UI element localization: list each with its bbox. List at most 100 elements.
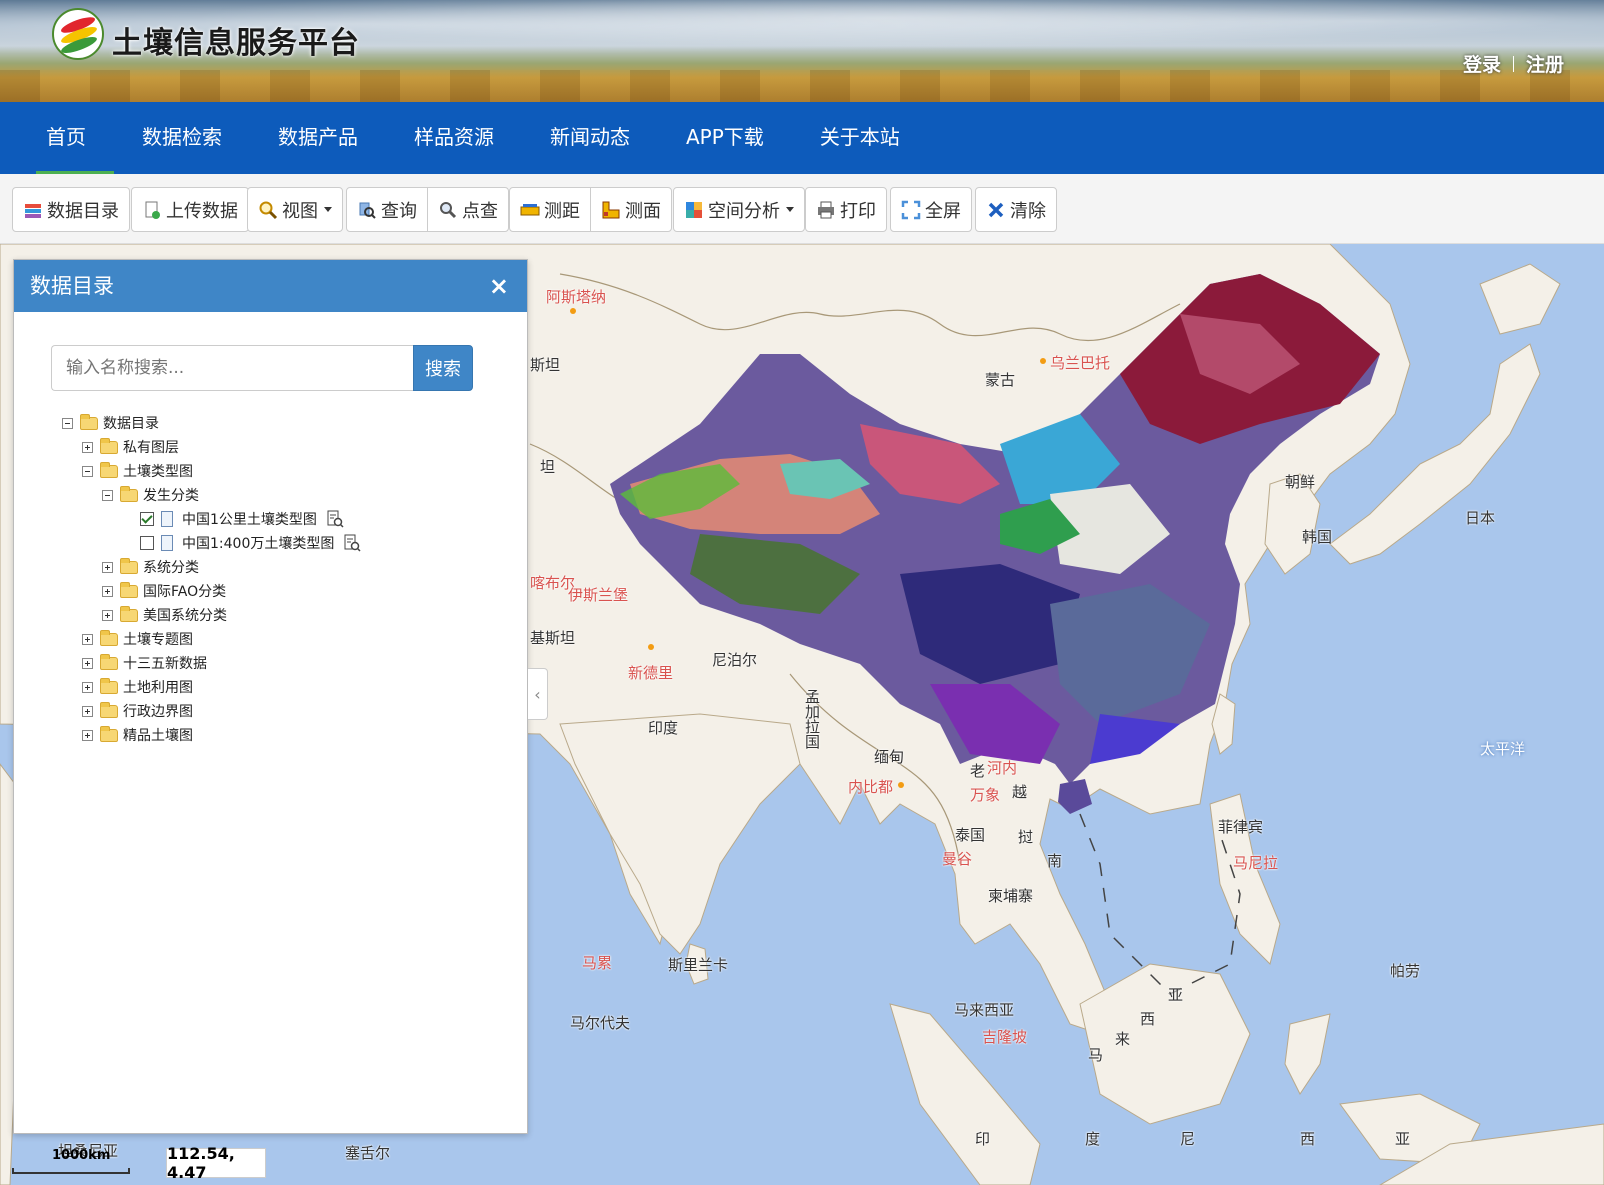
fullscreen-button[interactable]: 全屏: [891, 188, 971, 231]
folder-icon: [120, 557, 138, 574]
nav-home[interactable]: 首页: [18, 102, 114, 174]
label-laos: 老: [970, 762, 986, 780]
login-link[interactable]: 登录: [1463, 50, 1501, 77]
nav-about[interactable]: 关于本站: [792, 102, 928, 174]
label-maldives: 马尔代夫: [570, 1014, 631, 1032]
label-new-delhi: 新德里: [628, 664, 674, 682]
document-icon: [161, 511, 173, 527]
folder-open-icon: [120, 485, 138, 502]
label-astana: 阿斯塔纳: [546, 288, 607, 306]
tree-node-fao[interactable]: 国际FAO分类: [102, 580, 226, 602]
label-malaysia: 马来西亚: [954, 1001, 1015, 1019]
tree-label: 土地利用图: [123, 680, 193, 696]
nav-data-search[interactable]: 数据检索: [114, 102, 250, 174]
catalog-search: 搜索: [51, 345, 473, 391]
catalog-label: 数据目录: [47, 200, 119, 222]
tree-node-admin-boundary[interactable]: 行政边界图: [82, 700, 193, 722]
tree-node-new-data[interactable]: 十三五新数据: [82, 652, 207, 674]
measure-area-button[interactable]: 测面: [590, 188, 671, 231]
expand-icon[interactable]: [82, 633, 93, 645]
document-icon: [161, 535, 173, 551]
close-icon[interactable]: ×: [489, 260, 509, 312]
label-sri-lanka: 斯里兰卡: [668, 956, 729, 974]
layers-icon: [25, 203, 41, 218]
expand-icon[interactable]: [82, 681, 93, 693]
expand-icon[interactable]: [82, 705, 93, 717]
layer-info-icon[interactable]: [343, 534, 361, 552]
expand-icon[interactable]: [82, 729, 93, 741]
view-label: 视图: [282, 200, 318, 222]
tree-label: 国际FAO分类: [143, 584, 227, 600]
layer-info-icon[interactable]: [326, 510, 344, 528]
tree-layer-4m[interactable]: 中国1:400万土壤类型图: [140, 532, 361, 554]
print-button[interactable]: 打印: [806, 188, 886, 231]
clear-button[interactable]: 清除: [976, 188, 1056, 231]
expand-icon[interactable]: [82, 657, 93, 669]
query-group: 查询 点查: [346, 187, 509, 232]
expand-icon[interactable]: [102, 585, 113, 597]
upload-label: 上传数据: [166, 200, 238, 222]
collapse-icon[interactable]: [82, 465, 93, 477]
area-icon: [602, 201, 620, 218]
collapse-icon[interactable]: [62, 417, 73, 429]
tree-node-system-classification[interactable]: 系统分类: [102, 556, 199, 578]
folder-icon: [100, 629, 118, 646]
site-logo[interactable]: [52, 8, 104, 60]
site-title: 土壤信息服务平台: [112, 26, 360, 61]
tree-label: 土壤专题图: [123, 632, 193, 648]
register-link[interactable]: 注册: [1526, 50, 1564, 77]
point-query-button[interactable]: 点查: [427, 188, 508, 231]
scale-line: [12, 1168, 130, 1174]
folder-icon: [100, 653, 118, 670]
fullscreen-group: 全屏: [890, 187, 972, 232]
auth-divider: [1512, 55, 1514, 72]
nav-news[interactable]: 新闻动态: [522, 102, 658, 174]
label-malay-2: 来: [1115, 1030, 1131, 1048]
measure-distance-label: 测距: [544, 200, 580, 222]
chevron-down-icon: [324, 207, 332, 212]
folder-open-icon: [100, 461, 118, 478]
tree-node-genetic-classification[interactable]: 发生分类: [102, 484, 199, 506]
banner-field: [0, 70, 1604, 102]
tree-node-root[interactable]: 数据目录: [62, 412, 159, 434]
query-label: 查询: [381, 200, 417, 222]
query-icon: [359, 202, 376, 219]
upload-button[interactable]: 上传数据: [132, 188, 248, 231]
catalog-search-button[interactable]: 搜索: [413, 345, 473, 391]
label-kazakh-tan: 斯坦: [530, 356, 561, 374]
label-indonesia-5: 亚: [1395, 1130, 1411, 1148]
chevron-left-icon: ‹: [534, 684, 541, 704]
expand-icon[interactable]: [102, 561, 113, 573]
catalog-search-input[interactable]: [51, 345, 413, 391]
label-pakistan: 基斯坦: [530, 629, 576, 647]
tree-node-soil-type-maps[interactable]: 土壤类型图: [82, 460, 193, 482]
folder-icon: [100, 677, 118, 694]
view-dropdown[interactable]: 视图: [248, 188, 342, 231]
label-indonesia-1: 印: [975, 1130, 991, 1148]
layer-checkbox[interactable]: [140, 536, 154, 550]
tree-node-land-use[interactable]: 土地利用图: [82, 676, 193, 698]
folder-icon: [100, 725, 118, 742]
expand-icon[interactable]: [82, 441, 93, 453]
tree-node-soil-thematic[interactable]: 土壤专题图: [82, 628, 193, 650]
catalog-button[interactable]: 数据目录: [13, 188, 129, 231]
tree-node-private-layers[interactable]: 私有图层: [82, 436, 179, 458]
nav-app-download[interactable]: APP下载: [658, 102, 792, 174]
folder-open-icon: [80, 413, 98, 430]
nav-data-products[interactable]: 数据产品: [250, 102, 386, 174]
collapse-icon[interactable]: [102, 489, 113, 501]
label-myanmar: 缅甸: [874, 748, 905, 766]
label-kuala-lumpur: 吉隆坡: [982, 1028, 1028, 1046]
panel-collapse-tab[interactable]: ‹: [528, 668, 548, 720]
measure-distance-button[interactable]: 测距: [510, 188, 590, 231]
tree-node-us-classification[interactable]: 美国系统分类: [102, 604, 227, 626]
tree-layer-1km[interactable]: 中国1公里土壤类型图: [140, 508, 344, 530]
query-button[interactable]: 查询: [347, 188, 427, 231]
layer-checkbox[interactable]: [140, 512, 154, 526]
folder-icon: [120, 581, 138, 598]
expand-icon[interactable]: [102, 609, 113, 621]
tree-node-fine-soil[interactable]: 精品土壤图: [82, 724, 193, 746]
nav-sample-resources[interactable]: 样品资源: [386, 102, 522, 174]
label-malay-1: 马: [1088, 1046, 1104, 1064]
spatial-analysis-dropdown[interactable]: 空间分析: [674, 188, 804, 231]
